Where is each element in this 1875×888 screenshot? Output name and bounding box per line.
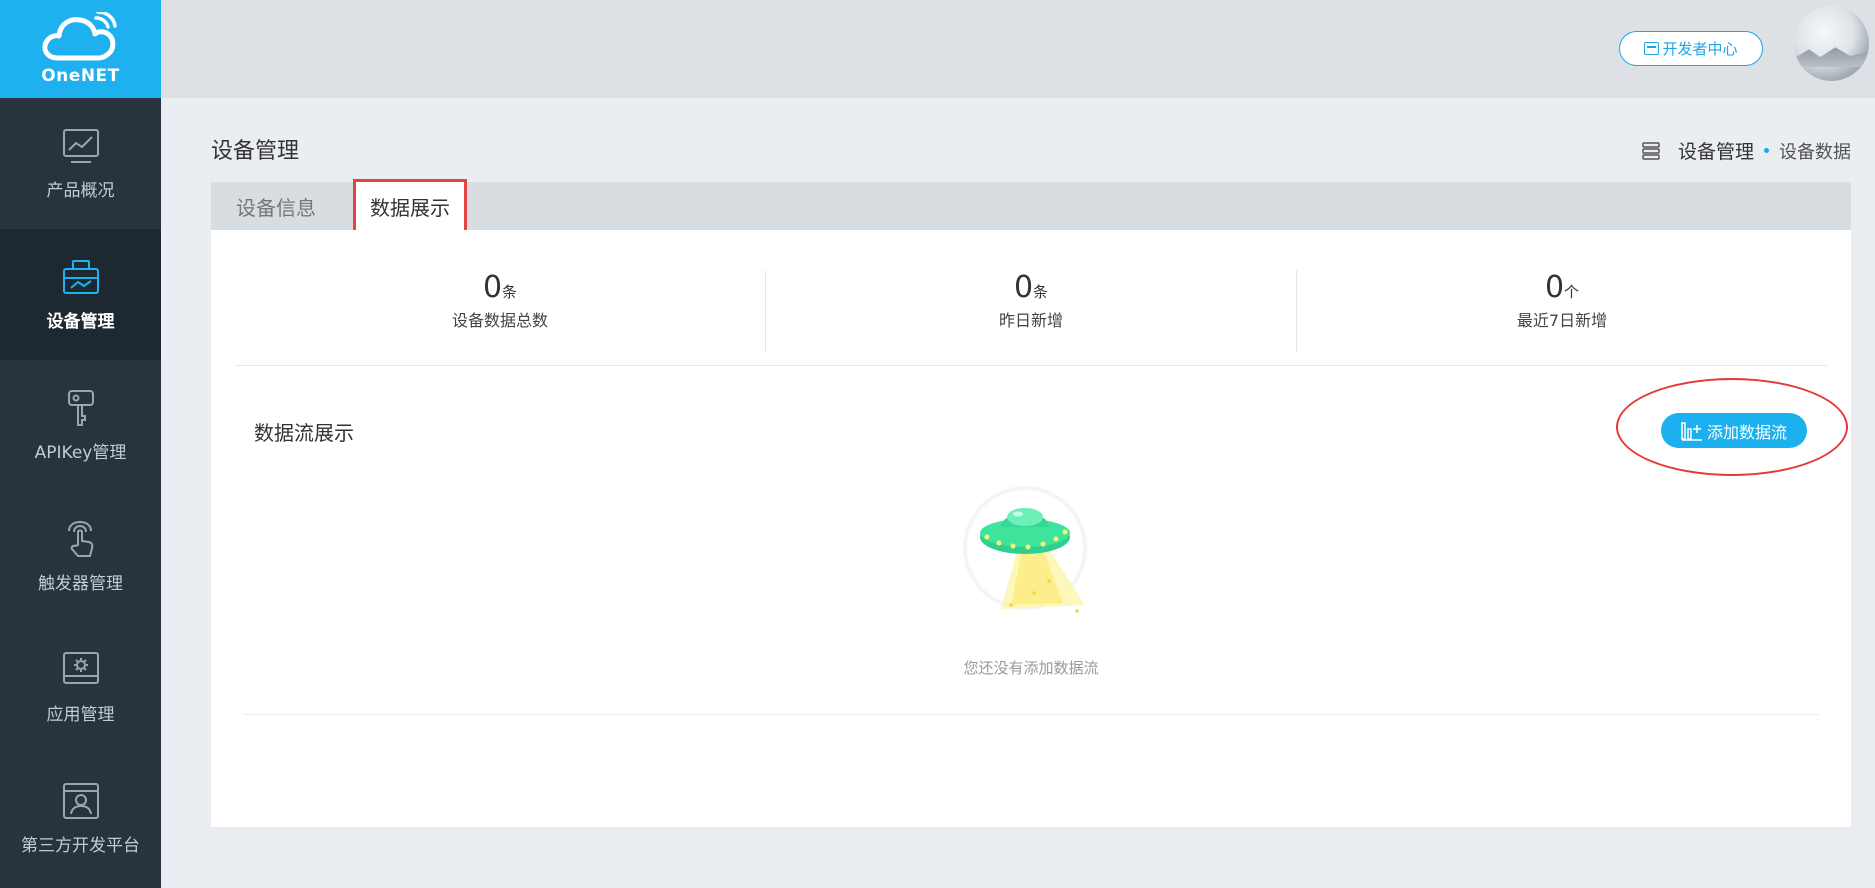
- stats-row: 0条 设备数据总数 0条 昨日新增 0个 最近7日新增: [235, 270, 1827, 366]
- stat-unit: 条: [502, 283, 518, 301]
- divider: [243, 714, 1819, 715]
- sidebar-item-third-party-platform[interactable]: 第三方开发平台: [0, 753, 161, 884]
- developer-center-label: 开发者中心: [1662, 40, 1738, 58]
- stat-value: 0: [482, 270, 503, 305]
- sidebar-item-product-overview[interactable]: 产品概况: [0, 98, 161, 229]
- sidebar-item-label: 应用管理: [46, 705, 115, 725]
- app-gear-icon: [62, 652, 99, 684]
- empty-state-message: 您还没有添加数据流: [963, 659, 1099, 677]
- stat-unit: 条: [1033, 283, 1049, 301]
- ufo-icon: [963, 486, 1087, 613]
- breadcrumb-separator: [1764, 148, 1769, 153]
- user-window-icon: [62, 783, 99, 819]
- sidebar-item-label: 产品概况: [46, 181, 115, 201]
- breadcrumb: 设备管理 设备数据: [1642, 137, 1851, 164]
- stat-unit: 个: [1564, 283, 1580, 301]
- tab-bar: 设备信息 数据展示: [211, 179, 1851, 234]
- sidebar-item-label: 设备管理: [46, 312, 115, 332]
- stat-total-data: 0条 设备数据总数: [235, 270, 766, 352]
- add-datastream-button[interactable]: 添加数据流: [1661, 413, 1807, 448]
- sidebar-item-app-management[interactable]: 应用管理: [0, 622, 161, 753]
- main-card: 0条 设备数据总数 0条 昨日新增 0个 最近7日新增 数据流展示 添加数据流: [211, 230, 1851, 827]
- sidebar-item-label: 触发器管理: [38, 574, 123, 594]
- tab-data-display[interactable]: 数据展示: [353, 179, 467, 234]
- sidebar-item-label: 第三方开发平台: [21, 836, 140, 856]
- stat-last-7-days-new: 0个 最近7日新增: [1297, 270, 1827, 352]
- stat-yesterday-new: 0条 昨日新增: [766, 270, 1297, 352]
- page-title: 设备管理: [211, 139, 300, 164]
- empty-state-ufo-illustration: [961, 485, 1101, 625]
- onenet-logo[interactable]: OneNET: [0, 0, 161, 98]
- sidebar-item-device-management[interactable]: 设备管理: [0, 229, 161, 360]
- cloud-logo-icon: [41, 12, 117, 61]
- chart-monitor-icon: [62, 129, 99, 163]
- developer-center-button[interactable]: 开发者中心: [1619, 31, 1763, 66]
- sidebar-item-label: APIKey管理: [34, 443, 127, 463]
- stat-label: 设备数据总数: [451, 311, 548, 330]
- breadcrumb-current: 设备数据: [1779, 141, 1851, 163]
- stat-label: 最近7日新增: [1516, 311, 1608, 330]
- stat-value: 0: [1544, 270, 1565, 305]
- breadcrumb-parent[interactable]: 设备管理: [1678, 137, 1754, 164]
- sidebar-item-apikey-management[interactable]: APIKey管理: [0, 360, 161, 491]
- touch-hand-icon: [67, 520, 93, 557]
- sidebar: OneNET 产品概况 设备管理 APIKey管理 触发器管理 应用管理 第三方…: [0, 0, 161, 888]
- device-box-icon: [62, 260, 99, 294]
- add-datastream-label: 添加数据流: [1706, 422, 1787, 442]
- top-header: [161, 0, 1875, 98]
- avatar[interactable]: [1794, 6, 1869, 81]
- list-menu-icon: [1642, 141, 1660, 160]
- tab-device-info[interactable]: 设备信息: [211, 182, 341, 230]
- add-datastream-icon: [1681, 421, 1702, 441]
- window-icon: [1644, 42, 1660, 55]
- brand-name: OneNET: [41, 66, 120, 86]
- stat-value: 0: [1013, 270, 1034, 305]
- stat-label: 昨日新增: [998, 311, 1063, 330]
- sidebar-item-trigger-management[interactable]: 触发器管理: [0, 491, 161, 622]
- datastream-section-title: 数据流展示: [254, 421, 354, 445]
- key-icon: [67, 390, 94, 426]
